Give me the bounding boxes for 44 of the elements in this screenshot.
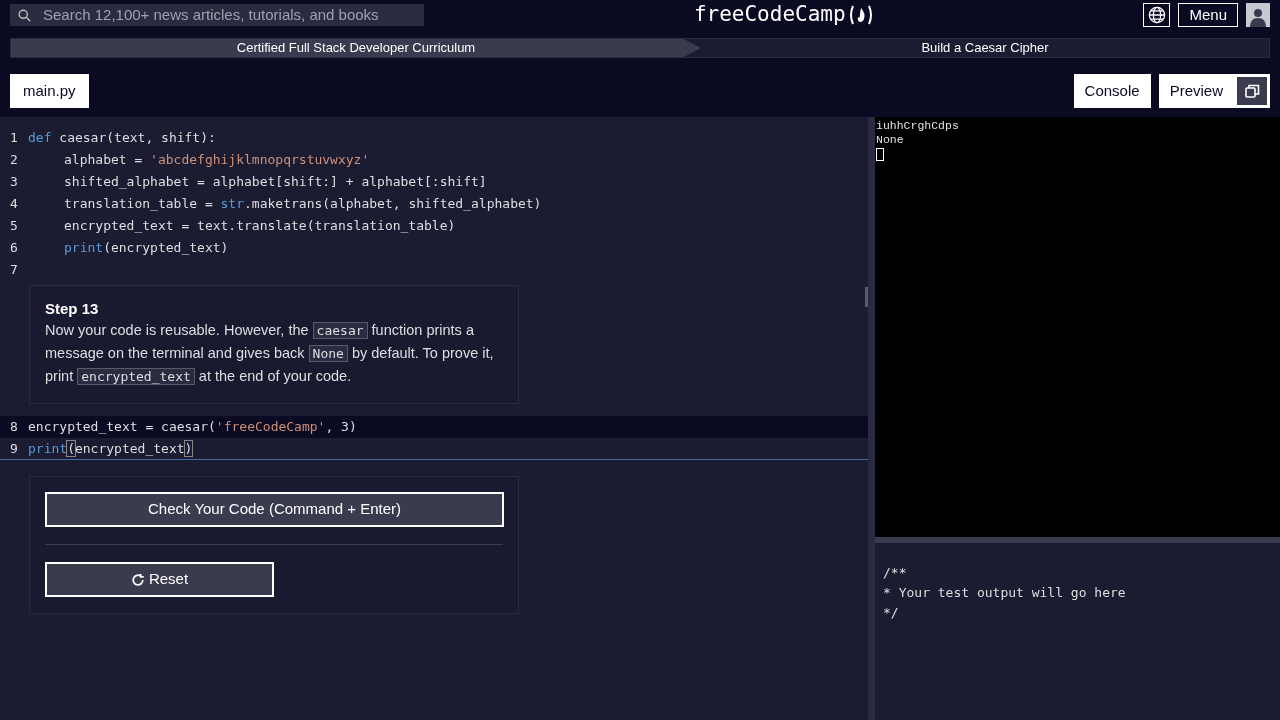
- step-title: Step 13: [45, 299, 100, 319]
- line-number: 6: [9, 239, 19, 258]
- windows-icon: [1244, 84, 1260, 98]
- console-line: None: [876, 133, 905, 147]
- code-line[interactable]: encrypted_text = text.translate(translation_table): [64, 216, 456, 236]
- logo[interactable]: freeCodeCamp: [693, 0, 874, 31]
- menu-button[interactable]: Menu: [1178, 3, 1238, 27]
- line-number: 9: [9, 439, 19, 458]
- language-button[interactable]: [1143, 3, 1171, 27]
- search-field[interactable]: Search 12,100+ news articles, tutorials, and books: [10, 4, 424, 26]
- test-output-line: * Your test output will go here: [883, 584, 1127, 602]
- preview-button[interactable]: Preview: [1158, 74, 1234, 108]
- code-line[interactable]: print(encrypted_text): [28, 438, 193, 459]
- flame-icon: [847, 4, 874, 26]
- line-number: 7: [9, 261, 19, 280]
- check-code-button[interactable]: Check Your Code (Command + Enter): [45, 492, 504, 527]
- console-line: iuhhCrghCdps: [876, 119, 960, 133]
- step-description: Now your code is reusable. However, the caesar function prints a message on the terminal and gives back None by default. To prove it, print encrypted_text at the end of your code.: [45, 321, 495, 387]
- line-number: 5: [9, 217, 19, 236]
- code-line[interactable]: encrypted_text = caesar('freeCodeCamp', 3): [28, 417, 357, 437]
- reset-icon: [130, 572, 145, 587]
- search-icon: [18, 8, 31, 22]
- breadcrumb-current[interactable]: Build a Caesar Cipher: [701, 39, 1269, 57]
- line-number: 4: [9, 195, 19, 214]
- console-button[interactable]: Console: [1073, 74, 1151, 108]
- code-line[interactable]: translation_table = str.maketrans(alphabet, shifted_alphabet): [64, 194, 542, 214]
- code-line[interactable]: alphabet = 'abcdefghijklmnopqrstuvwxyz': [64, 150, 370, 170]
- reset-button[interactable]: Reset: [45, 562, 274, 597]
- code-line[interactable]: shifted_alphabet = alphabet[shift:] + alphabet[:shift]: [64, 172, 487, 192]
- line-number: 8: [9, 418, 19, 437]
- globe-icon: [1147, 6, 1166, 24]
- scrollbar-thumb: [865, 287, 868, 307]
- file-tab[interactable]: main.py: [10, 74, 89, 108]
- popout-button[interactable]: [1234, 74, 1270, 108]
- line-number: 3: [9, 173, 19, 192]
- breadcrumb-link[interactable]: Certified Full Stack Developer Curriculum: [11, 39, 701, 57]
- line-number: 1: [9, 129, 19, 148]
- test-output-line: */: [883, 604, 900, 622]
- code-line[interactable]: def caesar(text, shift):: [28, 128, 216, 148]
- terminal-cursor: [876, 148, 884, 161]
- code-line[interactable]: print(encrypted_text): [64, 238, 229, 258]
- line-number: 2: [9, 151, 19, 170]
- avatar[interactable]: [1246, 3, 1270, 27]
- test-output-line: /**: [883, 564, 908, 582]
